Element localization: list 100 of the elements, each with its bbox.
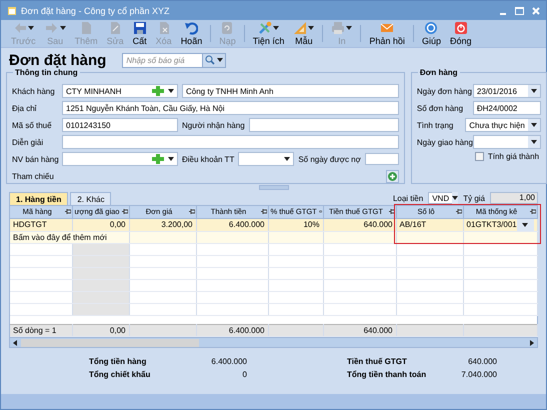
- field-label: NV bán hàng: [12, 154, 58, 164]
- group-title: Đơn hàng: [418, 68, 460, 77]
- undo-arrow-icon: [184, 21, 198, 35]
- total-value: 6.400.000: [210, 357, 247, 366]
- caret-icon: [452, 196, 458, 200]
- toolbar-button[interactable]: Tiện ích: [248, 20, 288, 47]
- caret-icon: [530, 140, 537, 144]
- maximize-icon[interactable]: [515, 6, 524, 14]
- total-value: 640.000: [467, 357, 497, 366]
- refresh-icon: [220, 21, 234, 35]
- text-field[interactable]: ĐH24/0002: [472, 101, 541, 115]
- toolbar-button[interactable]: Giúp: [418, 20, 445, 47]
- total-label: Tổng chiết khấu: [89, 370, 152, 379]
- arrow-left-icon: [12, 21, 27, 35]
- field-label: Tỷ giá: [463, 194, 485, 202]
- add-reference-button[interactable]: [386, 170, 399, 182]
- checkbox[interactable]: [474, 152, 484, 161]
- field-label: Tham chiếu: [12, 172, 55, 180]
- plus-icon[interactable]: [151, 153, 165, 165]
- pin-icon: [530, 209, 536, 214]
- table-cell[interactable]: 6.400.000: [196, 218, 268, 231]
- text-field[interactable]: 1251 Nguyễn Khánh Toàn, Cầu Giấy, Hà Nội: [62, 101, 399, 115]
- envelope-icon: [380, 21, 394, 35]
- field-label: Điều khoản TT: [182, 154, 234, 164]
- total-label: Tổng tiền hàng: [89, 357, 148, 366]
- ruler-triangle-icon: [293, 21, 308, 35]
- total-value: 0: [242, 370, 247, 379]
- pin-icon: [64, 209, 70, 214]
- field-label: Số đơn hàng: [416, 104, 464, 112]
- help-icon: [424, 21, 438, 35]
- table-cell[interactable]: 3.200,00: [129, 218, 196, 231]
- field-label: Mã số thuế: [12, 120, 53, 130]
- total-value: 7.040.000: [460, 370, 497, 379]
- toolbar-button[interactable]: Mẫu: [289, 20, 318, 47]
- rate-field[interactable]: 1,00: [490, 192, 538, 204]
- table-cell[interactable]: 10%: [268, 218, 323, 231]
- caret-icon: [530, 123, 537, 127]
- toolbar-button[interactable]: Đóng: [446, 20, 476, 47]
- text-field[interactable]: Công ty TNHH Minh Anh: [182, 84, 399, 98]
- caret-icon: [522, 222, 528, 226]
- search-field[interactable]: Nhập số báo giá: [122, 52, 204, 68]
- close-icon[interactable]: [532, 6, 540, 14]
- field-label: Ngày đơn hàng: [416, 86, 469, 96]
- plus-icon[interactable]: [151, 85, 165, 97]
- table-cell[interactable]: HDGTGT: [10, 218, 72, 231]
- window-title: Đơn đặt hàng - Công ty cổ phần XYZ: [21, 6, 170, 16]
- summary-cell: [268, 324, 323, 336]
- summary-cell: Số dòng = 1: [10, 324, 72, 336]
- scroll-left-icon[interactable]: [13, 340, 17, 346]
- document-pencil-icon: [108, 21, 122, 35]
- checkbox-label: Tính giá thành: [488, 152, 540, 161]
- group-title: Thông tin chung: [13, 68, 80, 77]
- table-cell[interactable]: AB/16T: [396, 218, 463, 231]
- plus-icon: [388, 172, 397, 180]
- field-label: Địa chỉ: [12, 104, 38, 112]
- table-cell[interactable]: 640.000: [323, 218, 396, 231]
- summary-cell: 0,00: [72, 324, 129, 336]
- pin-icon: [456, 209, 462, 214]
- pin-icon: [318, 209, 322, 214]
- field-label: Khách hàng: [12, 86, 56, 96]
- pin-icon: [122, 209, 128, 214]
- dropdown-field[interactable]: VND: [428, 192, 458, 204]
- tab[interactable]: 2. Khác: [70, 192, 112, 205]
- splitter-handle[interactable]: [258, 185, 288, 190]
- summary-cell: [129, 324, 196, 336]
- combo-field[interactable]: [62, 152, 178, 166]
- page-heading: Đơn đặt hàng: [9, 52, 106, 68]
- search-icon[interactable]: [205, 55, 216, 65]
- text-field[interactable]: 0101243150: [62, 118, 178, 132]
- new-row-hint[interactable]: Bấm vào đây để thêm mới: [10, 231, 129, 243]
- field-label: Tình trạng: [416, 120, 454, 130]
- arrow-right-icon: [44, 21, 59, 35]
- scroll-right-icon[interactable]: [530, 340, 534, 346]
- field-label: Diễn giải: [12, 138, 44, 146]
- total-label: Tổng tiền thanh toán: [347, 370, 428, 379]
- dropdown-field[interactable]: 23/01/2016: [472, 84, 541, 98]
- power-button-icon: [454, 21, 468, 35]
- toolbar-button[interactable]: Phản hồi: [365, 20, 409, 47]
- table-cell[interactable]: 0,00: [72, 218, 129, 231]
- toolbar-button[interactable]: Hoãn: [176, 20, 206, 47]
- scrollbar-thumb[interactable]: [21, 338, 199, 346]
- toolbar-button[interactable]: Cất: [128, 20, 151, 47]
- dropdown-field[interactable]: [238, 152, 294, 166]
- caret-icon: [168, 157, 174, 161]
- number-field[interactable]: [364, 153, 399, 165]
- field-label: Số ngày được nợ: [298, 154, 361, 164]
- text-field[interactable]: [62, 135, 399, 149]
- app-icon: [7, 6, 17, 16]
- text-field[interactable]: [248, 118, 399, 132]
- combo-field[interactable]: CTY MINHANH: [62, 84, 178, 98]
- field-label: Loại tiền: [392, 194, 424, 202]
- dropdown-field[interactable]: Chưa thực hiện: [465, 118, 541, 132]
- caret-icon: [217, 58, 224, 62]
- dropdown-field[interactable]: [472, 135, 541, 149]
- tab[interactable]: 1. Hàng tiền: [9, 192, 68, 205]
- caret-icon: [530, 89, 537, 93]
- pin-icon: [260, 209, 266, 214]
- pin-icon: [388, 209, 394, 214]
- table-cell[interactable]: 01GTKT3/001: [463, 218, 537, 231]
- summary-cell: 640.000: [323, 324, 396, 336]
